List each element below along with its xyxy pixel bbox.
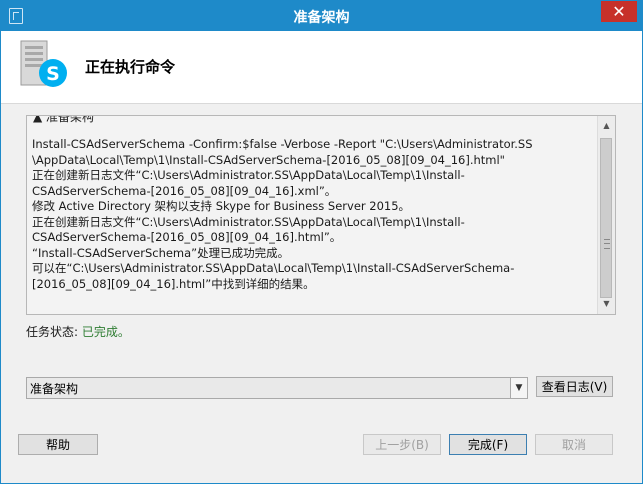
cancel-button[interactable]: 取消 <box>535 434 613 455</box>
command-log[interactable]: ▲ 准备架构 Install-CSAdServerSchema -Confirm… <box>26 115 616 315</box>
scrollbar-thumb[interactable] <box>600 138 612 298</box>
task-select[interactable]: 准备架构 ▼ <box>26 377 528 399</box>
back-button[interactable]: 上一步(B) <box>363 434 441 455</box>
scroll-down-icon[interactable]: ▼ <box>599 296 614 312</box>
log-line: \AppData\Local\Temp\1\Install-CSAdServer… <box>32 152 505 167</box>
header-panel: S 正在执行命令 <box>1 31 642 104</box>
finish-button[interactable]: 完成(F) <box>449 434 527 455</box>
page-title: 正在执行命令 <box>85 58 176 76</box>
task-select-value: 准备架构 <box>30 382 79 396</box>
scroll-up-icon[interactable]: ▲ <box>599 118 614 134</box>
log-line: CSAdServerSchema-[2016_05_08][09_04_16].… <box>32 183 337 198</box>
chevron-down-icon[interactable]: ▼ <box>510 378 527 398</box>
close-button[interactable]: ✕ <box>601 1 637 22</box>
task-status: 任务状态: 已完成。 <box>26 323 130 340</box>
log-line: 修改 Active Directory 架构以支持 Skype for Busi… <box>32 199 411 213</box>
log-line: 正在创建新日志文件“C:\Users\Administrator.SS\AppD… <box>32 168 465 182</box>
setup-window: 准备架构 ✕ S 正在执行命令 ▲ 准备架构 Install-CSAdServe… <box>0 0 643 484</box>
log-text: Install-CSAdServerSchema -Confirm:$false… <box>32 137 592 292</box>
log-line: 可以在“C:\Users\Administrator.SS\AppData\Lo… <box>32 261 515 275</box>
task-status-label: 任务状态: <box>26 325 79 339</box>
log-line: [2016_05_08][09_04_16].html”中找到详细的结果。 <box>32 276 315 291</box>
svg-text:S: S <box>46 63 60 85</box>
log-line: CSAdServerSchema-[2016_05_08][09_04_16].… <box>32 230 342 244</box>
view-log-button[interactable]: 查看日志(V) <box>536 376 613 397</box>
grip-icon <box>604 239 610 249</box>
help-button[interactable]: 帮助 <box>18 434 98 455</box>
title-bar[interactable]: 准备架构 ✕ <box>1 1 642 31</box>
log-line: 正在创建新日志文件“C:\Users\Administrator.SS\AppD… <box>32 214 465 229</box>
log-line: “Install-CSAdServerSchema”处理已成功完成。 <box>32 245 290 260</box>
task-status-value: 已完成。 <box>81 325 130 339</box>
log-line: Install-CSAdServerSchema -Confirm:$false… <box>32 137 533 151</box>
log-section-header: ▲ 准备架构 <box>33 115 95 124</box>
log-scrollbar[interactable]: ▲ ▼ <box>597 116 615 314</box>
skype-server-icon: S <box>20 40 67 87</box>
window-title: 准备架构 <box>293 10 350 26</box>
